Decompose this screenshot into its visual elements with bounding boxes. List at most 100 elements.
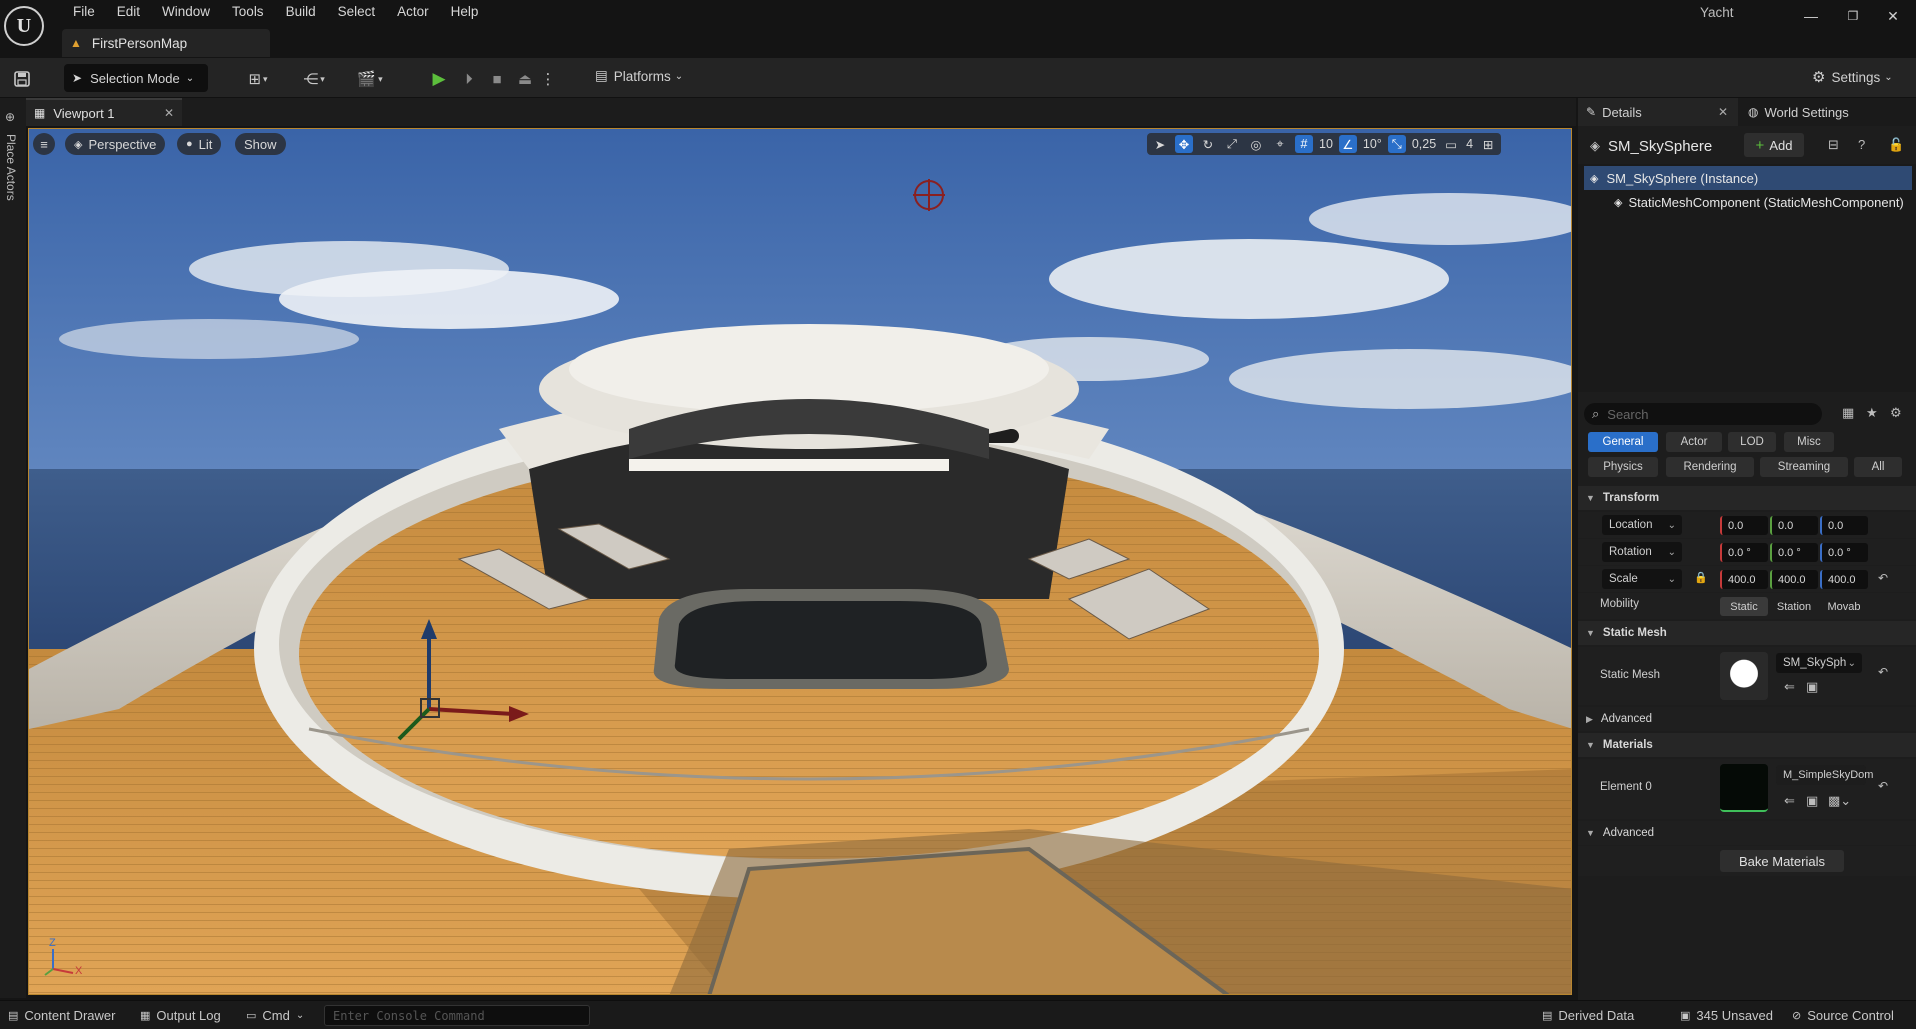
menu-window[interactable]: Window bbox=[151, 3, 221, 21]
materials-category[interactable]: ▼ Materials bbox=[1578, 733, 1916, 757]
location-y-field[interactable]: 0.0 bbox=[1770, 516, 1818, 535]
mobility-stationary[interactable]: Station bbox=[1770, 597, 1818, 616]
menu-build[interactable]: Build bbox=[275, 3, 327, 21]
eject-icon[interactable]: ⏏ bbox=[514, 68, 536, 90]
close-tab-icon[interactable]: ✕ bbox=[1718, 105, 1728, 119]
use-selected-icon[interactable]: ⇐ bbox=[1784, 793, 1795, 809]
grid-snap-value[interactable]: 10 bbox=[1319, 137, 1333, 151]
help-icon[interactable]: ? bbox=[1858, 137, 1865, 152]
static-mesh-category[interactable]: ▼ Static Mesh bbox=[1578, 621, 1916, 645]
blueprints-icon[interactable]: ⋲ ▾ bbox=[294, 68, 334, 90]
platforms-dropdown[interactable]: ▤ Platforms ⌄ bbox=[595, 68, 683, 84]
filter-streaming[interactable]: Streaming bbox=[1760, 457, 1848, 477]
static-mesh-advanced[interactable]: ▶ Advanced bbox=[1578, 707, 1916, 731]
table-view-icon[interactable]: ▦ bbox=[1842, 405, 1854, 421]
viewport-tab[interactable]: ▦ Viewport 1 ✕ bbox=[26, 98, 182, 126]
restore-icon[interactable]: ❐ bbox=[1840, 6, 1866, 26]
content-drawer-button[interactable]: ▤ Content Drawer bbox=[8, 1008, 115, 1023]
component-row-static-mesh[interactable]: ◈ StaticMeshComponent (StaticMeshCompone… bbox=[1584, 190, 1912, 214]
map-tab[interactable]: ▲ FirstPersonMap bbox=[62, 29, 270, 57]
details-search-input[interactable]: ⌕ Search bbox=[1584, 403, 1822, 425]
component-row-root[interactable]: ◈ SM_SkySphere (Instance) bbox=[1584, 166, 1912, 190]
scale-y-field[interactable]: 400.0 bbox=[1770, 570, 1818, 589]
viewport-layout-icon[interactable]: ⊞ bbox=[1479, 135, 1497, 153]
rotate-icon[interactable]: ↻ bbox=[1199, 135, 1217, 153]
source-control-button[interactable]: ⊘ Source Control bbox=[1792, 1008, 1894, 1023]
unsaved-button[interactable]: ▣ 345 Unsaved bbox=[1680, 1008, 1773, 1023]
world-space-icon[interactable]: ◎ bbox=[1247, 135, 1265, 153]
mesh-thumbnail[interactable] bbox=[1720, 652, 1768, 700]
lock-icon[interactable]: 🔒 bbox=[1694, 571, 1708, 584]
filter-general[interactable]: General bbox=[1588, 432, 1658, 452]
material-options-icon[interactable]: ▩⌄ bbox=[1828, 793, 1851, 809]
use-selected-icon[interactable]: ⇐ bbox=[1784, 679, 1795, 695]
rotation-dropdown[interactable]: Rotation ⌄ bbox=[1602, 542, 1682, 562]
location-x-field[interactable]: 0.0 bbox=[1720, 516, 1768, 535]
filter-misc[interactable]: Misc bbox=[1784, 432, 1834, 452]
stop-icon[interactable]: ■ bbox=[486, 68, 508, 90]
tab-world-settings[interactable]: ◍ World Settings bbox=[1740, 98, 1916, 126]
add-component-button[interactable]: + Add bbox=[1744, 133, 1804, 157]
grid-snap-icon[interactable]: # bbox=[1295, 135, 1313, 153]
gear-icon[interactable]: ⚙ bbox=[1890, 405, 1902, 421]
scale-dropdown[interactable]: Scale ⌄ bbox=[1602, 569, 1682, 589]
show-button[interactable]: Show bbox=[235, 133, 286, 155]
reset-icon[interactable]: ↶ bbox=[1878, 779, 1888, 793]
console-input[interactable]: Enter Console Command bbox=[324, 1005, 590, 1026]
reset-icon[interactable]: ↶ bbox=[1878, 571, 1888, 585]
mobility-movable[interactable]: Movab bbox=[1820, 597, 1868, 616]
menu-select[interactable]: Select bbox=[327, 3, 387, 21]
menu-help[interactable]: Help bbox=[440, 3, 490, 21]
filter-lod[interactable]: LOD bbox=[1728, 432, 1776, 452]
scale-icon[interactable]: ⤢ bbox=[1223, 135, 1241, 153]
camera-speed-value[interactable]: 4 bbox=[1466, 137, 1473, 151]
minimize-icon[interactable]: — bbox=[1798, 6, 1824, 26]
rotation-snap-icon[interactable]: ∠ bbox=[1338, 135, 1357, 153]
filter-all[interactable]: All bbox=[1854, 457, 1902, 477]
perspective-button[interactable]: ◈ Perspective bbox=[65, 133, 166, 155]
close-window-icon[interactable]: ✕ bbox=[1880, 6, 1906, 26]
blueprint-icon[interactable]: ⊟ bbox=[1828, 137, 1839, 153]
menu-tools[interactable]: Tools bbox=[221, 3, 275, 21]
rotation-z-field[interactable]: 0.0 ° bbox=[1820, 543, 1868, 562]
material-dropdown[interactable]: M_SimpleSkyDom bbox=[1776, 765, 1873, 785]
location-z-field[interactable]: 0.0 bbox=[1820, 516, 1868, 535]
bake-materials-button[interactable]: Bake Materials bbox=[1720, 850, 1844, 872]
filter-actor[interactable]: Actor bbox=[1666, 432, 1722, 452]
scale-snap-icon[interactable]: ⤡ bbox=[1387, 135, 1406, 153]
translate-icon[interactable]: ✥ bbox=[1175, 135, 1193, 153]
location-dropdown[interactable]: Location ⌄ bbox=[1602, 515, 1682, 535]
rotation-y-field[interactable]: 0.0 ° bbox=[1770, 543, 1818, 562]
scale-snap-value[interactable]: 0,25 bbox=[1412, 137, 1436, 151]
menu-actor[interactable]: Actor bbox=[386, 3, 440, 21]
select-icon[interactable]: ➤ bbox=[1151, 135, 1169, 153]
lit-button[interactable]: ● Lit bbox=[177, 133, 222, 155]
play-icon[interactable]: ▶ bbox=[428, 68, 450, 90]
browse-icon[interactable]: ▣ bbox=[1806, 679, 1818, 695]
scale-x-field[interactable]: 400.0 bbox=[1720, 570, 1768, 589]
filter-physics[interactable]: Physics bbox=[1588, 457, 1658, 477]
menu-file[interactable]: File bbox=[62, 3, 106, 21]
derived-data-button[interactable]: ▤ Derived Data bbox=[1542, 1008, 1634, 1023]
play-options-icon[interactable]: ⋮ bbox=[541, 68, 556, 90]
output-log-button[interactable]: ▦ Output Log bbox=[140, 1008, 221, 1023]
step-icon[interactable]: ⏵ bbox=[458, 68, 480, 90]
place-actors-icon[interactable]: ⊕ bbox=[5, 110, 15, 124]
reset-icon[interactable]: ↶ bbox=[1878, 665, 1888, 679]
viewport-menu-icon[interactable]: ≡ bbox=[33, 133, 55, 155]
tab-details[interactable]: ✎ Details ✕ bbox=[1578, 98, 1738, 126]
cmd-dropdown[interactable]: ▭ Cmd ⌄ bbox=[246, 1008, 304, 1023]
browse-icon[interactable]: ▣ bbox=[1806, 793, 1818, 809]
cinematics-icon[interactable]: 🎬 ▾ bbox=[350, 68, 390, 90]
star-icon[interactable]: ★ bbox=[1866, 405, 1878, 421]
close-tab-icon[interactable]: ✕ bbox=[164, 106, 174, 120]
static-mesh-dropdown[interactable]: SM_SkySph ⌄ bbox=[1776, 653, 1862, 673]
place-actors-tab[interactable]: Place Actors bbox=[4, 134, 18, 201]
materials-advanced[interactable]: ▼ Advanced bbox=[1578, 821, 1916, 845]
rotation-x-field[interactable]: 0.0 ° bbox=[1720, 543, 1768, 562]
unreal-logo-icon[interactable]: U bbox=[4, 6, 44, 46]
scale-z-field[interactable]: 400.0 bbox=[1820, 570, 1868, 589]
surface-snap-icon[interactable]: ⌖ bbox=[1271, 135, 1289, 153]
camera-speed-icon[interactable]: ▭ bbox=[1442, 135, 1460, 153]
add-content-icon[interactable]: ⊞ ▾ bbox=[240, 68, 276, 90]
